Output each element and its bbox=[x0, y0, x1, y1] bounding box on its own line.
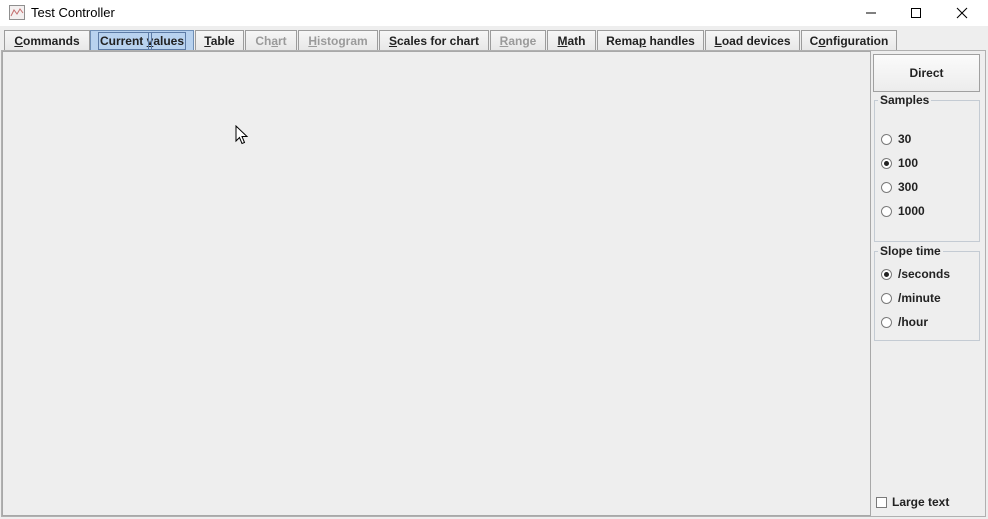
current-values-panel bbox=[2, 51, 871, 516]
direct-button[interactable]: Direct bbox=[873, 54, 980, 92]
radio-button[interactable] bbox=[881, 292, 892, 304]
tab-label: Commands bbox=[14, 33, 80, 48]
slope-time-group: Slope time /seconds /minute /hour bbox=[874, 244, 980, 341]
slope-option-hour[interactable]: /hour bbox=[881, 314, 928, 330]
window-title: Test Controller bbox=[31, 5, 115, 20]
radio-label: 100 bbox=[898, 156, 919, 170]
mouse-pointer-icon bbox=[235, 125, 249, 145]
radio-label: 300 bbox=[898, 180, 919, 194]
title-bar: Test Controller bbox=[0, 0, 988, 26]
tab-commands[interactable]: Commands bbox=[4, 30, 90, 50]
tab-label: Current values bbox=[97, 31, 187, 50]
samples-group-title: Samples bbox=[878, 93, 932, 107]
radio-button[interactable] bbox=[881, 181, 892, 193]
minimize-button[interactable] bbox=[848, 0, 894, 26]
maximize-button[interactable] bbox=[893, 0, 939, 26]
slope-option-seconds[interactable]: /seconds bbox=[881, 266, 950, 282]
tab-table[interactable]: Table bbox=[195, 30, 244, 50]
tab-label: Remap handles bbox=[606, 33, 695, 48]
tab-load-devices[interactable]: Load devices bbox=[705, 30, 800, 50]
slope-time-group-title: Slope time bbox=[878, 244, 943, 258]
radio-button[interactable] bbox=[881, 316, 892, 328]
tab-range[interactable]: Range bbox=[490, 30, 546, 50]
radio-label: /hour bbox=[898, 315, 928, 329]
tab-strip: Commands Current values Table Chart Hist… bbox=[0, 26, 988, 50]
tab-label: Chart bbox=[255, 33, 287, 48]
radio-label: /minute bbox=[898, 291, 941, 305]
samples-option-100[interactable]: 100 bbox=[881, 155, 918, 171]
tab-configuration[interactable]: Configuration bbox=[801, 30, 897, 50]
tab-label: Load devices bbox=[714, 33, 791, 48]
radio-button[interactable] bbox=[881, 133, 892, 145]
tab-label: Range bbox=[499, 33, 537, 48]
tab-label: Table bbox=[204, 33, 235, 48]
slope-option-minute[interactable]: /minute bbox=[881, 290, 941, 306]
radio-label: 30 bbox=[898, 132, 912, 146]
radio-button[interactable] bbox=[881, 205, 892, 217]
large-text-label: Large text bbox=[892, 495, 950, 509]
maximize-icon bbox=[911, 8, 921, 18]
tab-label: Configuration bbox=[809, 33, 889, 48]
tab-remap-handles[interactable]: Remap handles bbox=[597, 30, 704, 50]
radio-button[interactable] bbox=[881, 157, 892, 169]
close-button[interactable] bbox=[939, 0, 985, 26]
tab-math[interactable]: Math bbox=[547, 30, 596, 50]
large-text-checkbox[interactable]: Large text bbox=[876, 495, 949, 509]
checkbox-box[interactable] bbox=[876, 496, 887, 508]
samples-option-300[interactable]: 300 bbox=[881, 179, 918, 195]
tab-label: Histogram bbox=[308, 33, 368, 48]
radio-label: /seconds bbox=[898, 267, 951, 281]
options-panel: Direct Samples 30 100 300 1000 Slope tim… bbox=[872, 52, 984, 515]
samples-option-1000[interactable]: 1000 bbox=[881, 203, 925, 219]
tab-histogram[interactable]: Histogram bbox=[298, 30, 378, 50]
tab-chart[interactable]: Chart bbox=[245, 30, 297, 50]
tab-current-values[interactable]: Current values bbox=[90, 30, 194, 50]
tab-label: Scales for chart bbox=[388, 33, 480, 48]
samples-option-30[interactable]: 30 bbox=[881, 131, 911, 147]
chart-app-icon bbox=[9, 5, 25, 20]
radio-label: 1000 bbox=[898, 204, 925, 218]
radio-button[interactable] bbox=[881, 268, 892, 280]
tab-scales-for-chart[interactable]: Scales for chart bbox=[379, 30, 489, 50]
samples-group: Samples 30 100 300 1000 bbox=[874, 93, 980, 242]
minimize-icon bbox=[866, 12, 876, 14]
direct-button-label: Direct bbox=[909, 66, 944, 80]
tab-label: Math bbox=[557, 33, 586, 48]
close-icon bbox=[956, 7, 968, 19]
